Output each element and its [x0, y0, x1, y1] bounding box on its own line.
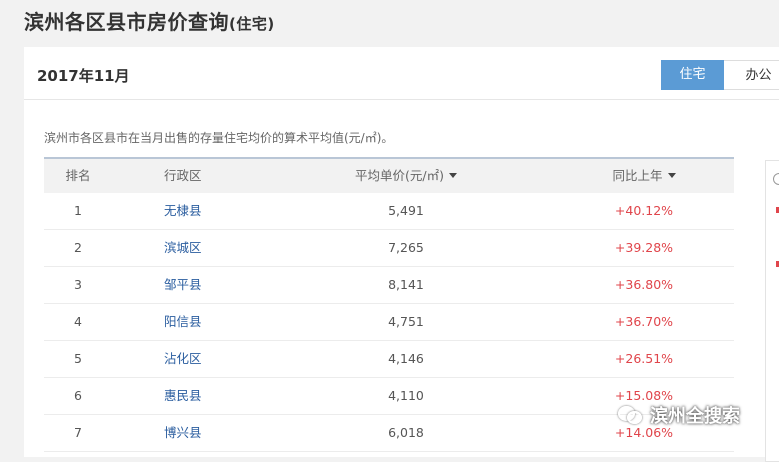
district-link[interactable]: 邹平县: [164, 277, 202, 292]
card-header: 2017年11月 住宅 办公: [24, 47, 779, 100]
header-price-label: 平均单价(元/㎡): [355, 168, 444, 183]
header-price-sort[interactable]: 平均单价(元/㎡): [326, 159, 486, 193]
yoy-cell: +40.12%: [614, 203, 674, 218]
rank-cell: 6: [74, 388, 82, 403]
district-link[interactable]: 惠民县: [164, 388, 202, 403]
radio-circle-icon[interactable]: [773, 173, 779, 185]
rank-cell: 2: [74, 240, 82, 255]
rank-cell: 7: [74, 425, 82, 440]
table-row: 4 阳信县 4,751 +36.70%: [44, 304, 734, 341]
rank-cell: 1: [74, 203, 82, 218]
page-title-suffix: (住宅): [229, 15, 275, 33]
side-panel: [765, 160, 779, 462]
price-cell: 4,146: [388, 351, 424, 366]
district-link[interactable]: 无棣县: [164, 203, 202, 218]
wechat-icon: [618, 405, 642, 425]
page-title: 滨州各区县市房价查询(住宅): [24, 6, 275, 35]
district-link[interactable]: 滨城区: [164, 240, 202, 255]
yoy-cell: +36.80%: [614, 277, 674, 292]
price-cell: 6,018: [388, 425, 424, 440]
table-row: 1 无棣县 5,491 +40.12%: [44, 193, 734, 230]
price-cell: 5,491: [388, 203, 424, 218]
district-link[interactable]: 博兴县: [164, 425, 202, 440]
description-text: 滨州市各区县市在当月出售的存量住宅均价的算术平均值(元/㎡)。: [44, 131, 394, 145]
sort-down-icon: [667, 173, 676, 178]
price-cell: 4,110: [388, 388, 424, 403]
report-date: 2017年11月: [37, 67, 130, 85]
table-row: 5 沾化区 4,146 +26.51%: [44, 341, 734, 378]
price-cell: 7,265: [388, 240, 424, 255]
tab-office[interactable]: 办公: [724, 60, 779, 90]
rank-cell: 4: [74, 314, 82, 329]
rank-cell: 5: [74, 351, 82, 366]
header-district: 行政区: [164, 168, 202, 183]
watermark-text: 滨州全搜索: [650, 406, 740, 427]
rank-cell: 3: [74, 277, 82, 292]
district-link[interactable]: 阳信县: [164, 314, 202, 329]
header-yoy-sort[interactable]: 同比上年: [584, 159, 704, 193]
table-row: 2 滨城区 7,265 +39.28%: [44, 230, 734, 267]
price-cell: 4,751: [388, 314, 424, 329]
price-cell: 8,141: [388, 277, 424, 292]
watermark: 滨州全搜索: [618, 400, 740, 430]
header-yoy-label: 同比上年: [612, 168, 663, 183]
yoy-cell: +36.70%: [614, 314, 674, 329]
page-title-text: 滨州各区县市房价查询: [24, 10, 229, 34]
header-rank: 排名: [65, 168, 91, 183]
sort-down-icon: [448, 173, 457, 178]
district-link[interactable]: 沾化区: [164, 351, 202, 366]
table-header: 排名 行政区 平均单价(元/㎡) 同比上年: [44, 159, 734, 193]
tab-residential[interactable]: 住宅: [661, 60, 724, 90]
yoy-cell: +39.28%: [614, 240, 674, 255]
yoy-cell: +26.51%: [614, 351, 674, 366]
price-card: 2017年11月 住宅 办公 滨州市各区县市在当月出售的存量住宅均价的算术平均值…: [24, 47, 779, 457]
table-row: 3 邹平县 8,141 +36.80%: [44, 267, 734, 304]
